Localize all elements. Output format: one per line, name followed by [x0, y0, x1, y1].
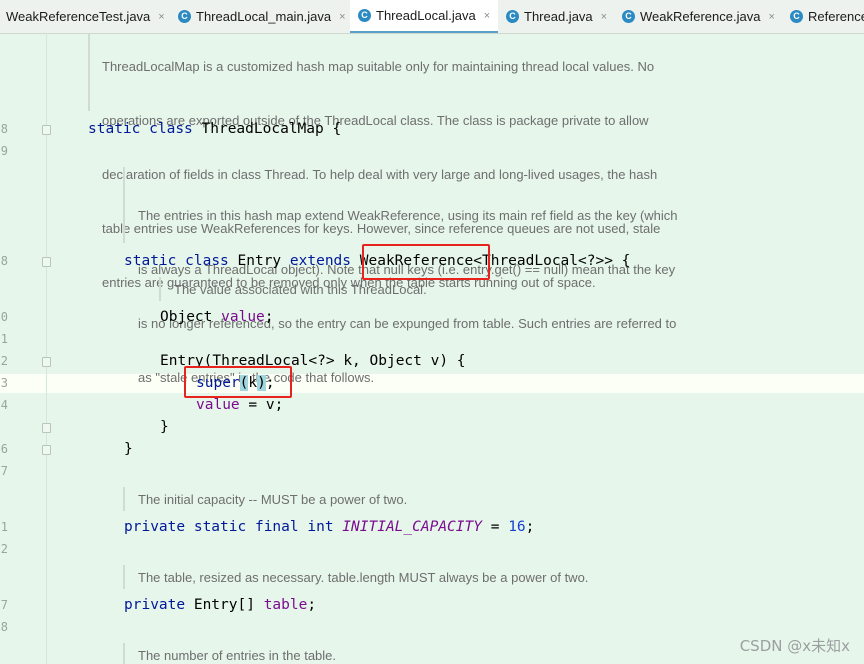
close-icon[interactable]: ×: [768, 11, 774, 23]
editor-tab-bar: WeakReferenceTest.java × C ThreadLocal_m…: [0, 0, 864, 34]
line-number: 3: [0, 376, 8, 390]
tab-weakreference[interactable]: C WeakReference.java ×: [622, 0, 775, 33]
class-name: Entry: [237, 253, 282, 269]
code-line-close-brace: }: [124, 441, 133, 457]
type-name: Entry[]: [193, 597, 255, 613]
keyword: class: [149, 121, 193, 137]
keyword: static: [88, 121, 141, 137]
line-number: 4: [0, 398, 8, 412]
tab-label: ThreadLocal_main.java: [196, 9, 332, 24]
doc-comment-bar: [123, 565, 125, 589]
doc-comment-bar: [159, 277, 161, 301]
punctuation: {: [323, 121, 342, 137]
punctuation: ;: [264, 309, 274, 325]
keyword: static: [124, 253, 177, 269]
doc-comment-value: The value associated with this ThreadLoc…: [174, 282, 427, 297]
line-number: 7: [0, 464, 8, 478]
close-icon[interactable]: ×: [484, 10, 490, 22]
watermark: CSDN @x未知x: [739, 637, 850, 655]
tab-reference[interactable]: C Reference: [790, 0, 864, 33]
code-line-table-field: private Entry[] table;: [124, 596, 316, 614]
tab-threadlocal-main[interactable]: C ThreadLocal_main.java ×: [178, 0, 346, 33]
keyword: private: [124, 597, 186, 613]
highlight-box-weakreference: [362, 244, 490, 280]
doc-comment-capacity: The initial capacity -- MUST be a power …: [138, 492, 408, 507]
tab-label: WeakReferenceTest.java: [6, 9, 151, 24]
keyword: private: [124, 519, 186, 535]
field-name: value: [221, 309, 265, 325]
line-number: 1: [0, 520, 8, 534]
line-number: 8: [0, 122, 8, 136]
highlight-box-super-call: [184, 366, 292, 398]
class-name: ThreadLocalMap: [201, 121, 324, 137]
keyword: static: [193, 519, 247, 535]
keyword: class: [185, 253, 229, 269]
fold-marker[interactable]: [42, 445, 51, 455]
tab-label: Thread.java: [524, 9, 593, 24]
line-number: 0: [0, 310, 8, 324]
punctuation: ;: [307, 597, 317, 613]
keyword: final: [254, 519, 299, 535]
line-number: 9: [0, 144, 8, 158]
java-class-icon: C: [790, 10, 803, 23]
doc-comment-size: The number of entries in the table.: [138, 648, 337, 663]
code-editor[interactable]: 8 9 8 0 1 2 3 4 6 7 1 2 7 8 ThreadLocalM…: [0, 33, 864, 664]
close-icon[interactable]: ×: [158, 11, 164, 23]
expression: = v;: [239, 397, 284, 413]
tab-label: WeakReference.java: [640, 9, 761, 24]
line-number: 2: [0, 354, 8, 368]
doc-comment-bar: [123, 167, 125, 243]
keyword: extends: [289, 253, 352, 269]
field-name: value: [196, 397, 240, 413]
tab-threadlocal[interactable]: C ThreadLocal.java ×: [350, 0, 499, 33]
fold-marker[interactable]: [42, 357, 51, 367]
tab-label: ThreadLocal.java: [376, 8, 476, 23]
operator: =: [481, 519, 509, 535]
type-name: Object: [160, 309, 213, 325]
line-number: 8: [0, 620, 8, 634]
doc-comment-bar: [123, 487, 125, 511]
java-class-icon: C: [358, 9, 371, 22]
fold-marker[interactable]: [42, 423, 51, 433]
code-line-class-declaration: static class ThreadLocalMap {: [88, 120, 341, 138]
doc-comment-table: The table, resized as necessary. table.l…: [138, 570, 589, 585]
line-number: 1: [0, 332, 8, 346]
fold-marker[interactable]: [42, 257, 51, 267]
doc-comment-bar: [123, 643, 125, 664]
doc-line: The entries in this hash map extend Weak…: [138, 208, 678, 223]
tab-thread[interactable]: C Thread.java ×: [506, 0, 607, 33]
constant-name: INITIAL_CAPACITY: [342, 519, 482, 535]
tab-weakreferencetest[interactable]: WeakReferenceTest.java ×: [6, 0, 165, 33]
number-literal: 16: [508, 519, 526, 535]
punctuation: ;: [525, 519, 535, 535]
code-line-value-field: Object value;: [160, 308, 274, 326]
close-icon[interactable]: ×: [601, 11, 607, 23]
code-line-close-brace: }: [160, 419, 169, 435]
code-line-initial-capacity: private static final int INITIAL_CAPACIT…: [124, 518, 534, 536]
fold-marker[interactable]: [42, 125, 51, 135]
java-class-icon: C: [506, 10, 519, 23]
close-icon[interactable]: ×: [339, 11, 345, 23]
type-args: <ThreadLocal<?>> {: [473, 253, 631, 269]
keyword: int: [307, 519, 334, 535]
field-name: table: [263, 597, 308, 613]
line-number: 6: [0, 442, 8, 456]
tab-label: Reference: [808, 9, 864, 24]
line-number: 8: [0, 254, 8, 268]
doc-comment-bar: [88, 33, 90, 111]
line-number: 7: [0, 598, 8, 612]
code-line-assign: value = v;: [196, 396, 283, 414]
java-class-icon: C: [622, 10, 635, 23]
java-class-icon: C: [178, 10, 191, 23]
doc-line: ThreadLocalMap is a customized hash map …: [102, 59, 655, 74]
line-number: 2: [0, 542, 8, 556]
